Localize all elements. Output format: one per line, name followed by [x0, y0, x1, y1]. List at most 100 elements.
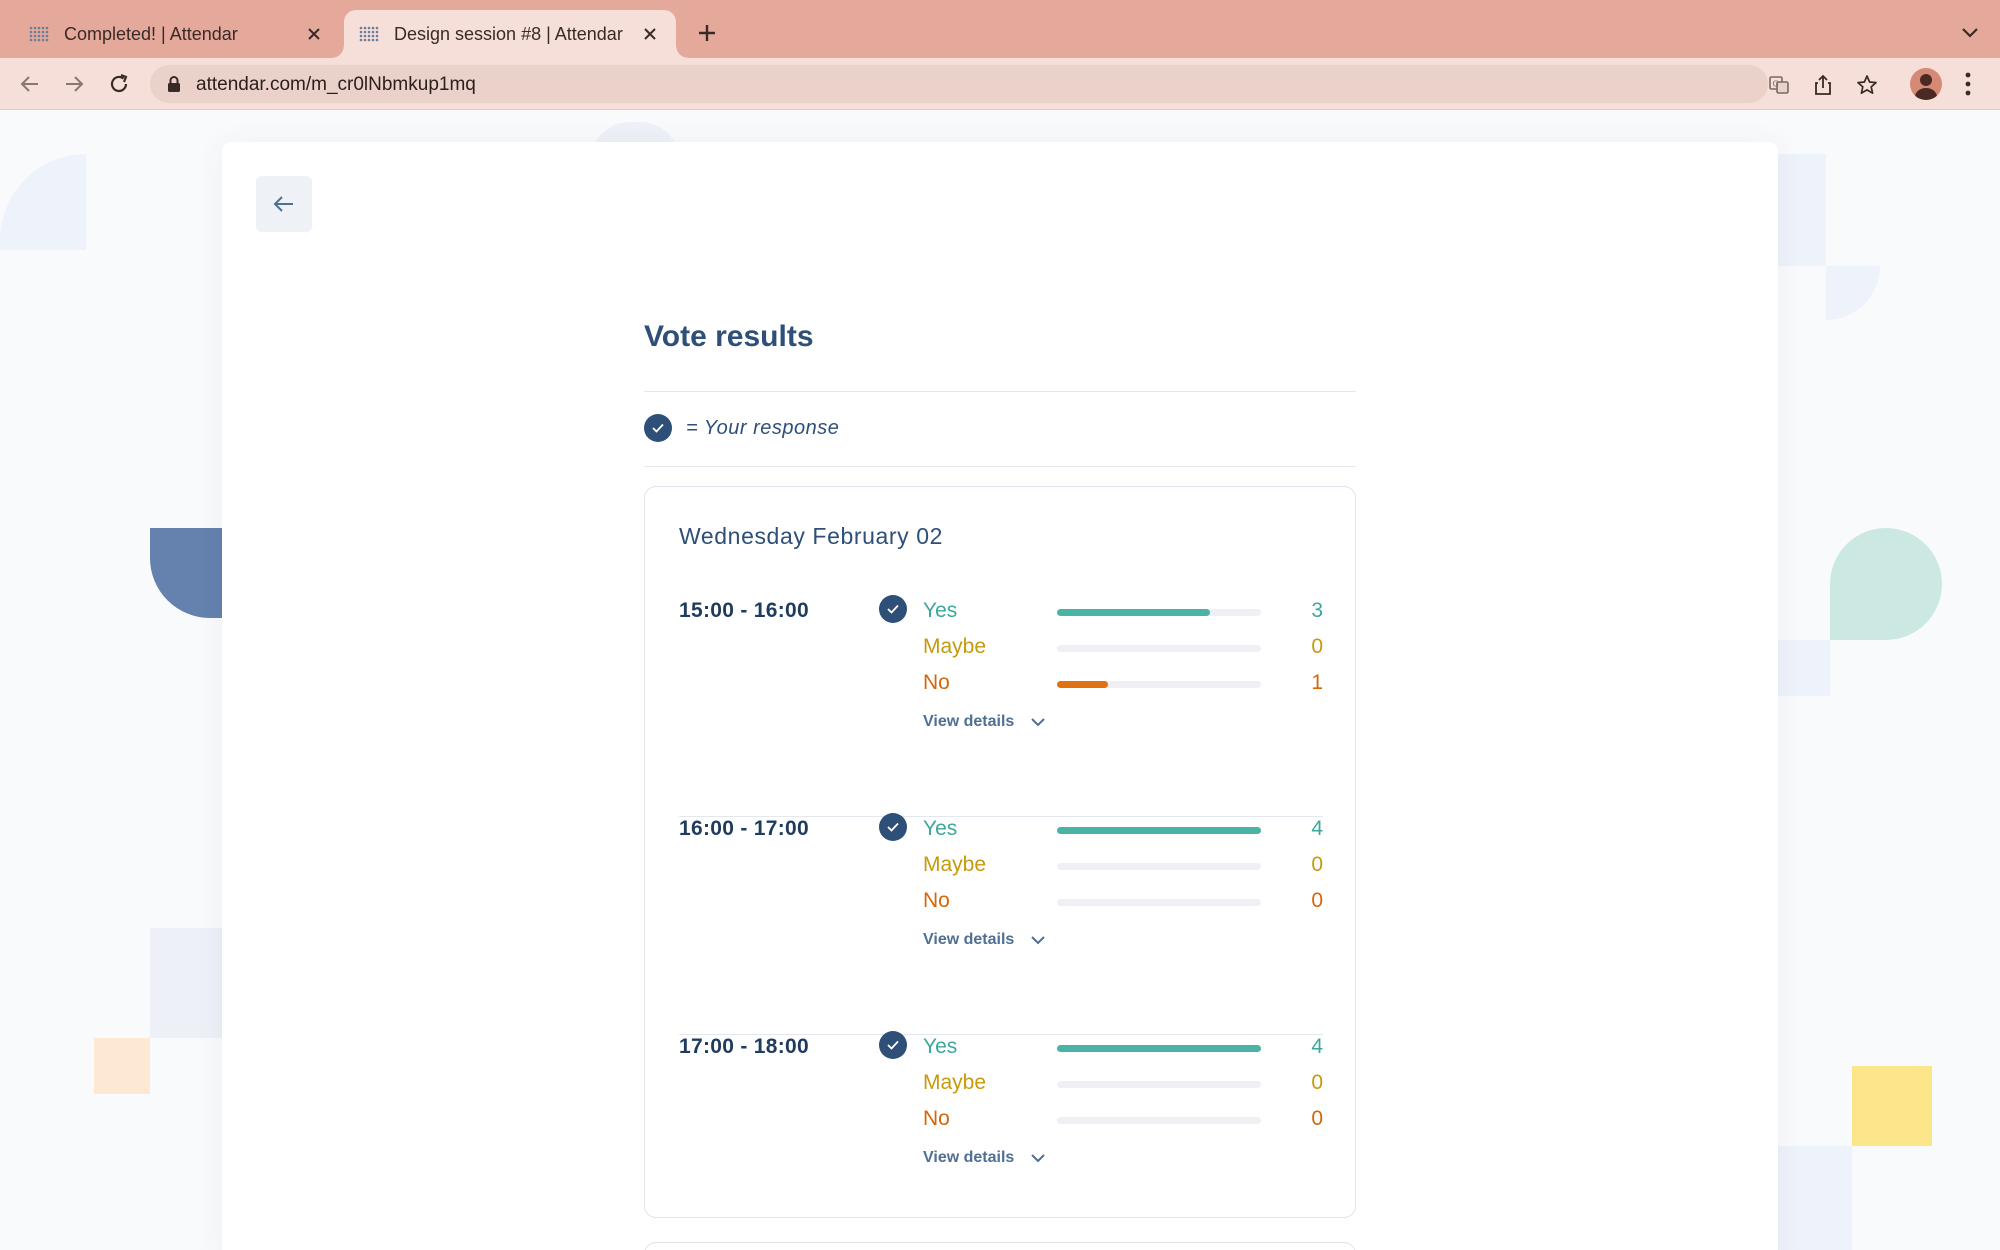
share-icon[interactable]: [1812, 74, 1834, 96]
check-circle-icon: [644, 414, 672, 442]
maybe-bar: [1057, 863, 1261, 870]
no-row: No 0: [923, 889, 1323, 919]
maybe-row: Maybe 0: [923, 635, 1323, 665]
reload-button[interactable]: [105, 70, 133, 98]
bookmark-star-icon[interactable]: [1856, 74, 1878, 96]
no-label: No: [923, 671, 950, 694]
no-count: 0: [1311, 1107, 1323, 1130]
url-text: attendar.com/m_cr0lNbmkup1mq: [196, 74, 476, 95]
decoration-shape: [1826, 266, 1880, 320]
maybe-bar: [1057, 1081, 1261, 1088]
browser-toolbar: attendar.com/m_cr0lNbmkup1mq G: [0, 58, 2000, 110]
arrow-right-icon: [66, 76, 84, 92]
close-tab-icon[interactable]: [302, 22, 326, 46]
yes-count: 3: [1311, 599, 1323, 622]
no-row: No 0: [923, 1107, 1323, 1137]
decoration-shape: [1778, 1146, 1852, 1250]
legend-text: = Your response: [686, 416, 840, 439]
address-bar[interactable]: attendar.com/m_cr0lNbmkup1mq G: [150, 65, 1877, 103]
back-button[interactable]: [256, 176, 312, 232]
back-nav-button[interactable]: [16, 70, 44, 98]
time-slot: 17:00 - 18:00 Yes 4 Maybe 0 No 0 View de…: [679, 1031, 1323, 1250]
browser-menu-icon[interactable]: [1964, 70, 1972, 98]
attendar-favicon-icon: [359, 26, 379, 42]
yes-label: Yes: [923, 599, 958, 622]
view-details-label: View details: [923, 1149, 1015, 1166]
reload-icon: [110, 73, 128, 93]
decoration-shape: [1852, 1066, 1932, 1146]
tab-completed[interactable]: Completed! | Attendar: [0, 10, 340, 58]
your-response-check-icon: [879, 813, 907, 841]
decoration-shape: [1778, 154, 1826, 266]
no-label: No: [923, 1107, 950, 1130]
slot-time: 16:00 - 17:00: [679, 817, 809, 840]
decoration-shape: [94, 1038, 150, 1094]
maybe-row: Maybe 0: [923, 853, 1323, 883]
yes-bar: [1057, 827, 1261, 834]
view-details-button[interactable]: View details: [923, 1149, 1046, 1167]
profile-avatar[interactable]: [1910, 68, 1942, 100]
forward-nav-button[interactable]: [60, 70, 88, 98]
browser-tabstrip: Completed! | Attendar Design session #8 …: [0, 0, 2000, 58]
arrow-left-icon: [20, 76, 38, 92]
your-response-check-icon: [879, 1031, 907, 1059]
yes-row: Yes 4: [923, 1035, 1323, 1065]
decoration-shape: [0, 154, 86, 250]
tab-title: Completed! | Attendar: [64, 23, 238, 44]
day-results: Wednesday February 02 15:00 - 16:00 Yes …: [644, 486, 1356, 1218]
yes-label: Yes: [923, 1035, 958, 1058]
yes-bar-fill: [1057, 827, 1261, 834]
day-title: Wednesday February 02: [679, 523, 944, 549]
new-tab-button[interactable]: [692, 18, 722, 48]
view-details-label: View details: [923, 931, 1015, 948]
divider: [644, 391, 1356, 392]
response-legend: = Your response: [644, 414, 839, 442]
next-day-results: [644, 1242, 1356, 1250]
maybe-label: Maybe: [923, 853, 987, 876]
maybe-count: 0: [1311, 853, 1323, 876]
lock-icon: [168, 76, 180, 92]
yes-count: 4: [1311, 817, 1323, 840]
maybe-bar: [1057, 645, 1261, 652]
yes-row: Yes 4: [923, 817, 1323, 847]
no-bar: [1057, 1117, 1261, 1124]
no-bar: [1057, 681, 1261, 688]
maybe-row: Maybe 0: [923, 1071, 1323, 1101]
no-bar-fill: [1057, 681, 1108, 688]
chevron-down-icon: [1031, 718, 1046, 727]
maybe-count: 0: [1311, 1071, 1323, 1094]
no-count: 1: [1311, 671, 1323, 694]
time-slot: 16:00 - 17:00 Yes 4 Maybe 0 No 0 View de…: [679, 813, 1323, 1035]
page-background: Vote results = Your response Wednesday F…: [0, 110, 2000, 1250]
svg-text:G: G: [1773, 80, 1779, 89]
maybe-label: Maybe: [923, 635, 987, 658]
yes-bar: [1057, 1045, 1261, 1052]
yes-label: Yes: [923, 817, 958, 840]
no-label: No: [923, 889, 950, 912]
chevron-down-icon: [1031, 936, 1046, 945]
tab-search-chevron-icon[interactable]: [1958, 22, 1982, 42]
chevron-down-icon: [1031, 1154, 1046, 1163]
maybe-count: 0: [1311, 635, 1323, 658]
yes-count: 4: [1311, 1035, 1323, 1058]
arrow-left-icon: [273, 196, 293, 212]
poll-card: Vote results = Your response Wednesday F…: [222, 142, 1778, 1250]
decoration-shape: [1830, 528, 1942, 640]
attendar-favicon-icon: [29, 26, 49, 42]
decoration-shape: [1778, 640, 1830, 696]
slot-time: 17:00 - 18:00: [679, 1035, 809, 1058]
close-tab-icon[interactable]: [638, 22, 662, 46]
tab-design-session[interactable]: Design session #8 | Attendar: [332, 10, 688, 58]
view-details-button[interactable]: View details: [923, 931, 1046, 949]
translate-icon[interactable]: G: [1768, 74, 1790, 96]
view-details-button[interactable]: View details: [923, 713, 1046, 731]
maybe-label: Maybe: [923, 1071, 987, 1094]
tab-title: Design session #8 | Attendar: [394, 23, 623, 44]
your-response-check-icon: [879, 595, 907, 623]
view-details-label: View details: [923, 713, 1015, 730]
yes-bar: [1057, 609, 1261, 616]
time-slot: 15:00 - 16:00 Yes 3 Maybe 0 No 1 View de…: [679, 595, 1323, 817]
yes-bar-fill: [1057, 609, 1210, 616]
divider: [644, 466, 1356, 467]
yes-bar-fill: [1057, 1045, 1261, 1052]
